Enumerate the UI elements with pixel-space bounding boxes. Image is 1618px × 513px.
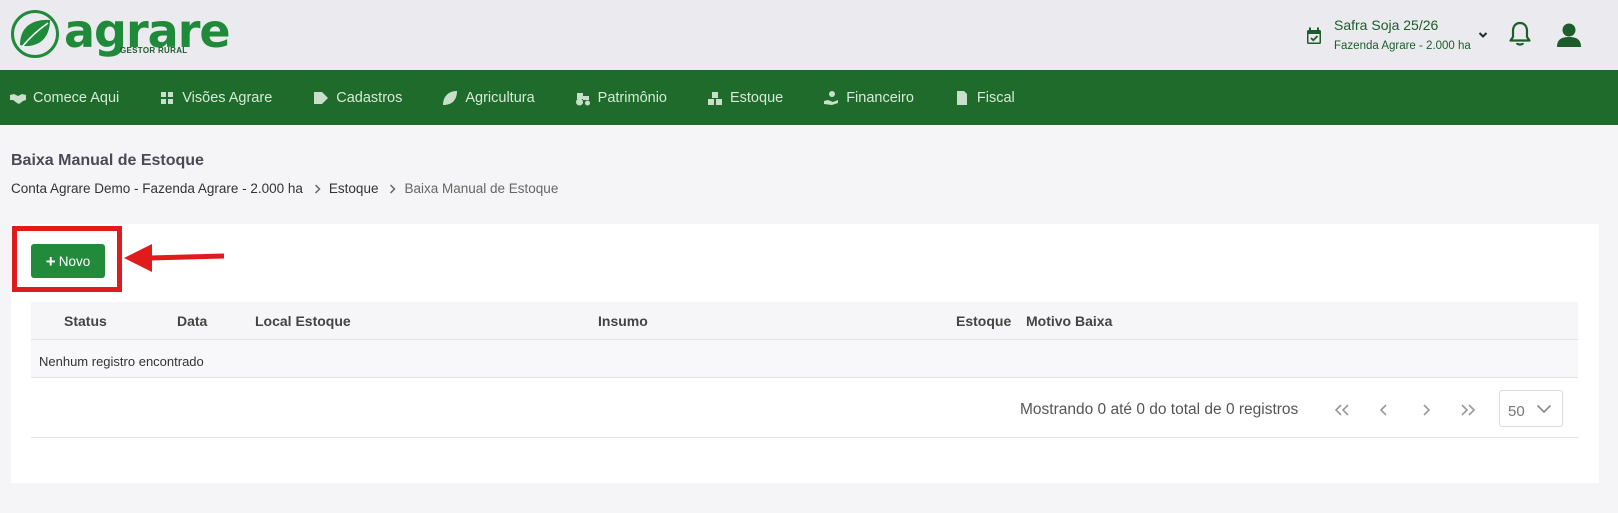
next-page-button[interactable] xyxy=(1414,398,1438,422)
pagination-summary: Mostrando 0 até 0 do total de 0 registro… xyxy=(1020,401,1299,418)
nav-label: Comece Aqui xyxy=(33,89,120,106)
nav-item-visoes-agrare[interactable]: Visões Agrare xyxy=(149,70,282,125)
chevron-right-icon xyxy=(314,183,321,194)
tag-icon xyxy=(314,91,329,104)
new-button-label: Novo xyxy=(58,253,91,269)
nav-label: Fiscal xyxy=(976,89,1015,106)
breadcrumb-item-estoque[interactable]: Estoque xyxy=(329,181,379,196)
chevron-down-icon xyxy=(1536,404,1552,414)
column-header-estoque[interactable]: Estoque xyxy=(956,313,1011,329)
divider xyxy=(31,437,1578,438)
grid-icon xyxy=(161,91,174,104)
breadcrumb-item-current: Baixa Manual de Estoque xyxy=(404,181,559,196)
column-header-status[interactable]: Status xyxy=(64,313,107,329)
page-size-select[interactable]: 50 xyxy=(1499,390,1563,427)
breadcrumb: Conta Agrare Demo - Fazenda Agrare - 2.0… xyxy=(11,181,558,196)
top-header: agrare GESTOR RURAL Safra Soja 25/26 Faz… xyxy=(0,0,1618,70)
page-title: Baixa Manual de Estoque xyxy=(11,152,204,169)
pagination: Mostrando 0 até 0 do total de 0 registro… xyxy=(0,390,1618,430)
plus-icon: + xyxy=(45,251,56,271)
nav-label: Cadastros xyxy=(336,89,403,106)
column-header-insumo[interactable]: Insumo xyxy=(598,313,648,329)
safra-title: Safra Soja 25/26 xyxy=(1334,17,1439,33)
chevron-down-icon xyxy=(1478,32,1488,38)
safra-farm: Fazenda Agrare - 2.000 ha xyxy=(1334,40,1471,52)
calendar-check-icon xyxy=(1307,27,1321,44)
tractor-icon xyxy=(575,92,590,105)
column-header-local-estoque[interactable]: Local Estoque xyxy=(255,313,351,329)
previous-page-button[interactable] xyxy=(1372,398,1396,422)
column-header-data[interactable]: Data xyxy=(177,313,207,329)
invoice-icon xyxy=(956,90,967,105)
safra-selector[interactable]: Safra Soja 25/26 Fazenda Agrare - 2.000 … xyxy=(1306,16,1489,54)
first-page-button[interactable] xyxy=(1330,398,1354,422)
nav-item-comece-aqui[interactable]: Comece Aqui xyxy=(0,70,129,125)
new-button[interactable]: + Novo xyxy=(31,244,105,278)
nav-item-financeiro[interactable]: Financeiro xyxy=(813,70,924,125)
chevron-left-icon xyxy=(1379,404,1387,416)
nav-item-agricultura[interactable]: Agricultura xyxy=(432,70,544,125)
user-avatar-icon[interactable] xyxy=(1556,22,1582,48)
nav-item-patrimonio[interactable]: Patrimônio xyxy=(565,70,677,125)
bell-icon[interactable] xyxy=(1508,21,1532,47)
page-size-value: 50 xyxy=(1508,403,1525,420)
annotation-arrow-icon xyxy=(124,244,225,272)
table-header: Status Data Local Estoque Insumo Estoque… xyxy=(31,302,1578,340)
hand-money-icon xyxy=(824,90,839,105)
nav-label: Agricultura xyxy=(465,89,535,106)
nav-label: Patrimônio xyxy=(597,89,667,106)
leaf-icon xyxy=(443,90,458,105)
chevrons-right-icon xyxy=(1461,404,1476,416)
last-page-button[interactable] xyxy=(1456,398,1480,422)
main-nav: Comece Aqui Visões Agrare Cadastros Agri… xyxy=(0,70,1618,125)
breadcrumb-item-account[interactable]: Conta Agrare Demo - Fazenda Agrare - 2.0… xyxy=(11,181,303,196)
column-header-motivo-baixa[interactable]: Motivo Baixa xyxy=(1026,313,1112,329)
chevron-right-icon xyxy=(390,183,397,194)
boxes-icon xyxy=(707,91,722,105)
chevrons-left-icon xyxy=(1334,404,1349,416)
nav-item-fiscal[interactable]: Fiscal xyxy=(944,70,1025,125)
brand-logo[interactable]: agrare GESTOR RURAL xyxy=(10,8,231,61)
nav-item-cadastros[interactable]: Cadastros xyxy=(303,70,412,125)
chevron-right-icon xyxy=(1423,404,1431,416)
brand-subtitle: GESTOR RURAL xyxy=(120,46,188,55)
empty-table-message: Nenhum registro encontrado xyxy=(31,340,1578,378)
nav-item-estoque[interactable]: Estoque xyxy=(697,70,793,125)
handshake-icon xyxy=(10,93,26,104)
nav-label: Estoque xyxy=(729,89,784,106)
nav-label: Visões Agrare xyxy=(182,89,273,106)
leaf-logo-icon xyxy=(11,10,59,58)
nav-label: Financeiro xyxy=(846,89,914,106)
